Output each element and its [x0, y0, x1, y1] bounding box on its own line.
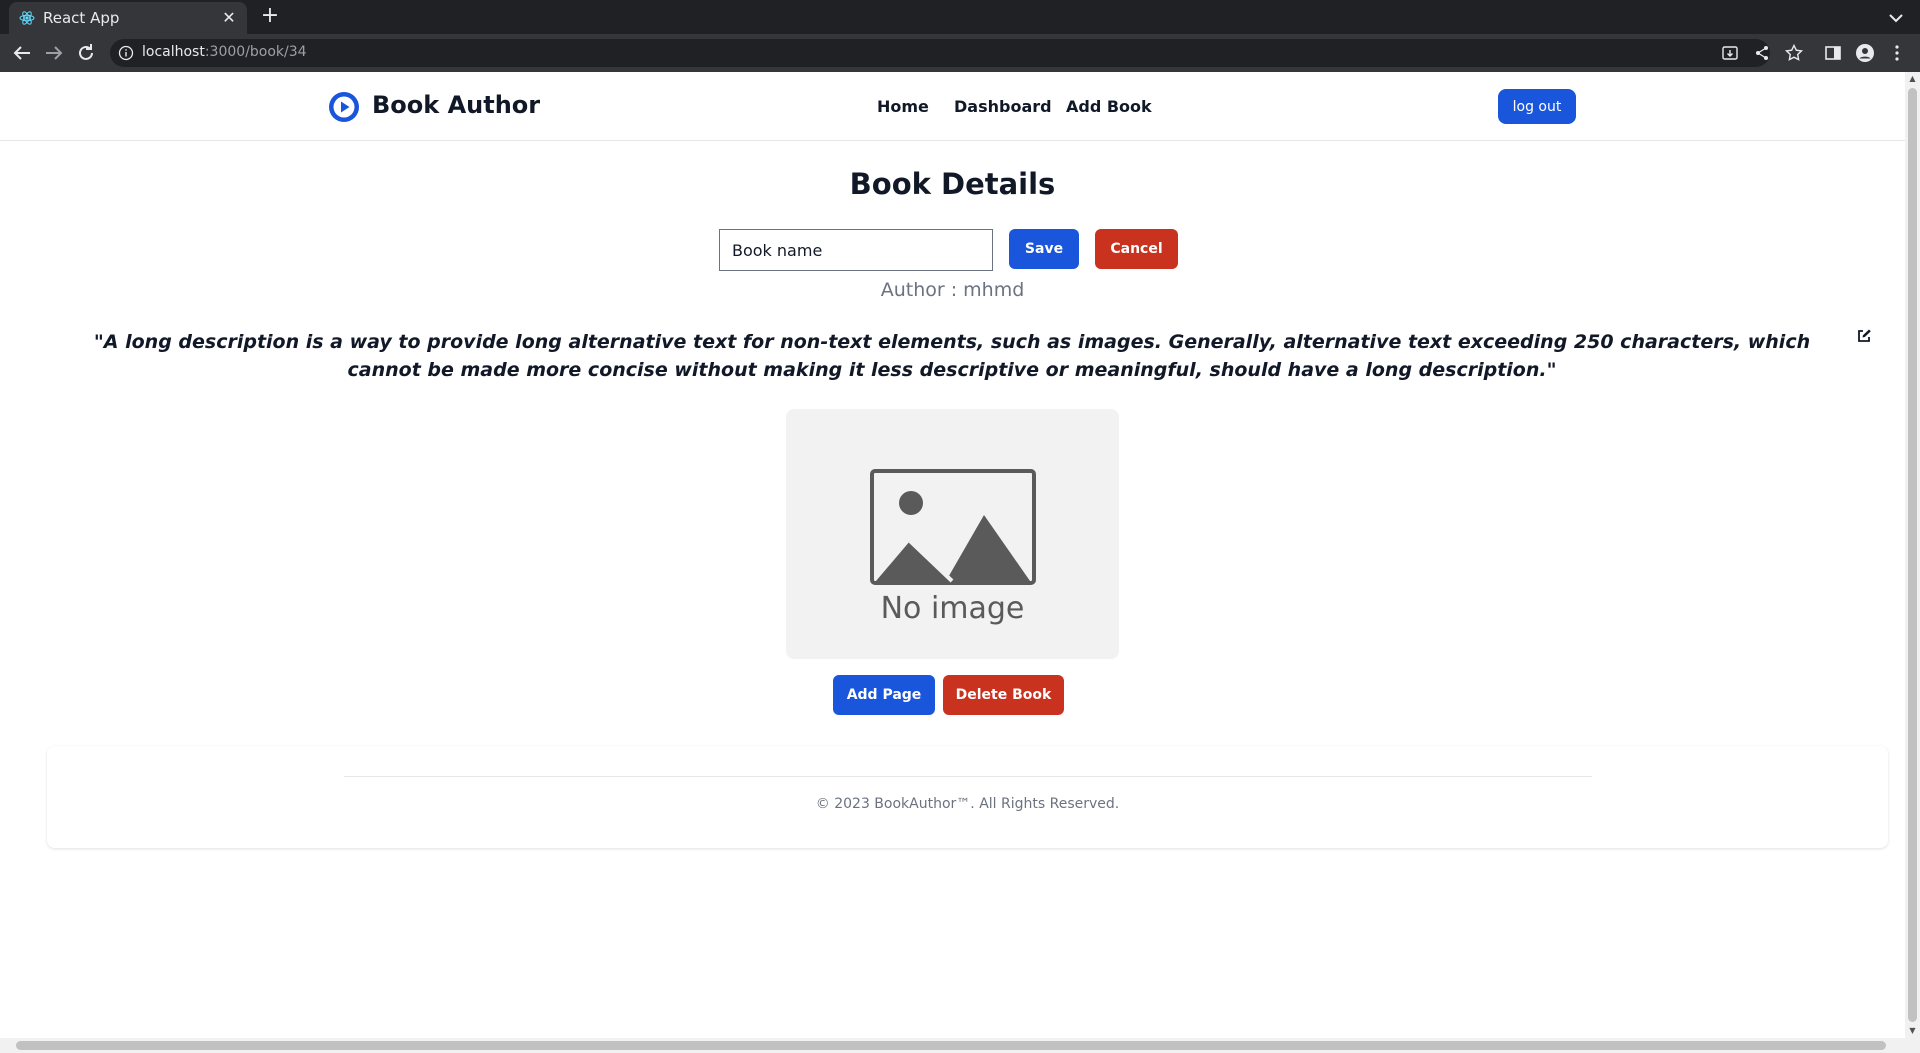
- navbar: Book Author Home Dashboard Add Book log …: [0, 72, 1905, 141]
- new-tab-icon[interactable]: +: [258, 4, 282, 28]
- book-description: "A long description is a way to provide …: [93, 331, 1811, 381]
- edit-icon[interactable]: [1856, 328, 1872, 344]
- info-icon[interactable]: [118, 45, 134, 61]
- forward-arrow-icon[interactable]: [42, 41, 66, 65]
- bookmark-star-icon[interactable]: [1784, 43, 1804, 63]
- horizontal-scroll-thumb[interactable]: [16, 1041, 1886, 1050]
- app-viewport: Book Author Home Dashboard Add Book log …: [0, 72, 1905, 1038]
- horizontal-scrollbar[interactable]: [0, 1038, 1920, 1053]
- play-circle-icon: [329, 92, 359, 122]
- author-name: mhmd: [963, 279, 1025, 301]
- save-button[interactable]: Save: [1009, 229, 1079, 269]
- url-text: localhost:3000/book/34: [142, 44, 307, 60]
- nav-link-dashboard[interactable]: Dashboard: [954, 97, 1052, 116]
- side-panel-icon[interactable]: [1823, 43, 1843, 63]
- react-icon: [19, 11, 35, 25]
- back-arrow-icon[interactable]: [10, 41, 34, 65]
- nav-link-add-book[interactable]: Add Book: [1066, 97, 1152, 116]
- kebab-menu-icon[interactable]: [1887, 43, 1907, 63]
- author-line: Author : mhmd: [0, 279, 1905, 301]
- url-host: localhost: [142, 44, 205, 60]
- vertical-scroll-thumb[interactable]: [1908, 88, 1917, 1022]
- copyright-text: © 2023 BookAuthor™. All Rights Reserved.: [815, 796, 1120, 812]
- footer-divider: [344, 776, 1592, 777]
- nav-link-home[interactable]: Home: [877, 97, 929, 116]
- add-page-button[interactable]: Add Page: [833, 675, 935, 715]
- brand-name: Book Author: [372, 91, 541, 119]
- tab-title: React App: [43, 9, 120, 27]
- reload-icon[interactable]: [74, 41, 98, 65]
- scroll-down-arrow-icon[interactable]: ▼: [1908, 1026, 1917, 1035]
- footer: © 2023 BookAuthor™. All Rights Reserved.: [47, 746, 1888, 848]
- browser-tab-bar: React App ✕ +: [0, 0, 1920, 34]
- install-app-icon[interactable]: [1720, 43, 1740, 63]
- browser-tab[interactable]: React App ✕: [9, 2, 247, 34]
- vertical-scrollbar[interactable]: ▲ ▼: [1905, 72, 1920, 1038]
- book-cover-placeholder: No image: [786, 409, 1119, 659]
- address-bar[interactable]: localhost:3000/book/34: [110, 39, 1770, 67]
- cancel-button[interactable]: Cancel: [1095, 229, 1178, 269]
- scroll-up-arrow-icon[interactable]: ▲: [1908, 74, 1917, 83]
- book-name-input[interactable]: [719, 229, 993, 271]
- share-icon[interactable]: [1752, 43, 1772, 63]
- image-icon: [870, 469, 1036, 585]
- delete-book-button[interactable]: Delete Book: [943, 675, 1064, 715]
- page-title: Book Details: [849, 167, 1056, 201]
- chevron-down-icon[interactable]: [1884, 6, 1908, 30]
- author-label: Author :: [880, 279, 964, 301]
- no-image-label: No image: [880, 591, 1025, 626]
- url-path: :3000/book/34: [204, 44, 307, 60]
- logout-button[interactable]: log out: [1498, 89, 1576, 124]
- close-tab-icon[interactable]: ✕: [219, 8, 239, 28]
- profile-avatar-icon[interactable]: [1855, 43, 1875, 63]
- browser-toolbar: localhost:3000/book/34: [0, 34, 1920, 72]
